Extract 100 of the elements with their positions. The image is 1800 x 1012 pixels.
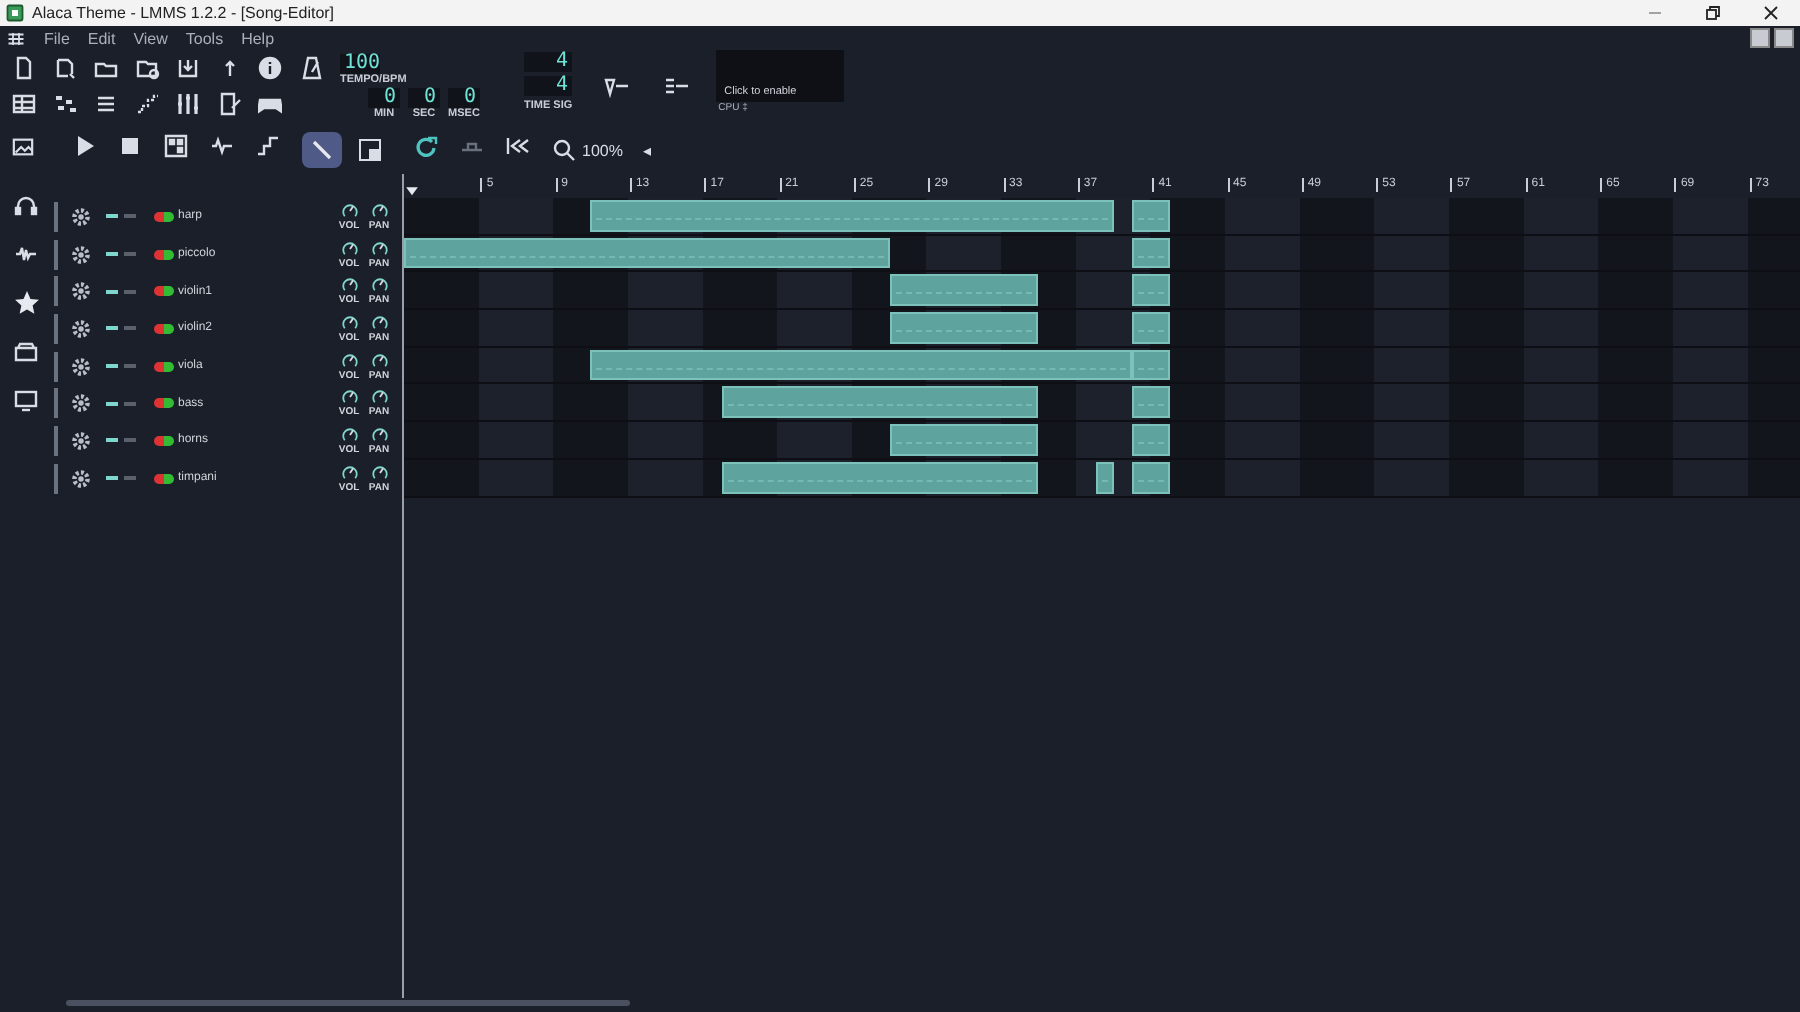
play-icon[interactable] — [72, 134, 96, 158]
recent-icon[interactable] — [135, 56, 159, 80]
beat-track-icon[interactable] — [164, 134, 188, 158]
solo-button[interactable] — [124, 214, 136, 219]
knob-icon[interactable] — [369, 463, 389, 482]
gear-icon[interactable] — [70, 429, 92, 452]
knob-icon[interactable] — [369, 425, 389, 444]
knob-icon[interactable] — [339, 201, 359, 220]
gear-icon[interactable] — [70, 355, 92, 378]
automation-track-icon[interactable] — [256, 134, 280, 158]
restore-icon[interactable] — [1704, 4, 1722, 22]
activity-toggle[interactable] — [154, 286, 174, 297]
pattern-clip[interactable] — [1131, 424, 1170, 456]
knob-icon[interactable] — [369, 388, 389, 407]
knob-icon[interactable] — [369, 313, 389, 332]
knob-icon[interactable] — [369, 351, 389, 370]
loop-icon[interactable] — [414, 134, 438, 158]
zoom-dropdown-arrow[interactable]: ◂ — [642, 141, 651, 159]
pattern-clip[interactable] — [1131, 237, 1170, 269]
rewind-icon[interactable] — [506, 134, 530, 158]
mixer-icon[interactable] — [176, 92, 200, 116]
mute-button[interactable] — [106, 326, 118, 331]
monitor-icon[interactable] — [14, 388, 38, 412]
knob-icon[interactable] — [339, 463, 359, 482]
menu-item[interactable]: Help — [241, 29, 275, 47]
solo-button[interactable] — [124, 252, 136, 257]
headphones-icon[interactable] — [14, 194, 38, 218]
pattern-clip[interactable] — [1131, 312, 1170, 344]
solo-button[interactable] — [124, 289, 136, 294]
activity-toggle[interactable] — [154, 323, 174, 334]
knob-icon[interactable] — [339, 239, 359, 258]
pattern-clip[interactable] — [590, 349, 1132, 381]
solo-button[interactable] — [124, 476, 136, 481]
pattern-clip[interactable] — [1131, 349, 1170, 381]
solo-button[interactable] — [124, 438, 136, 443]
zoom-value[interactable]: 100% — [582, 141, 623, 159]
star-icon[interactable] — [13, 290, 39, 316]
solo-button[interactable] — [124, 401, 136, 406]
time-signature-denominator[interactable]: 4 — [524, 76, 573, 96]
song-editor-icon[interactable] — [12, 92, 36, 116]
template-icon[interactable] — [53, 56, 77, 80]
activity-toggle[interactable] — [154, 211, 174, 222]
menu-item[interactable]: Edit — [87, 29, 116, 47]
pattern-clip[interactable] — [721, 386, 1039, 419]
activity-toggle[interactable] — [154, 473, 174, 484]
knob-icon[interactable] — [369, 201, 389, 220]
pattern-clip[interactable] — [1131, 461, 1170, 493]
gear-icon[interactable] — [70, 280, 92, 303]
knob-icon[interactable] — [339, 313, 359, 332]
mute-button[interactable] — [106, 476, 118, 481]
knob-icon[interactable] — [339, 388, 359, 407]
close-icon[interactable] — [1762, 4, 1780, 22]
horizontal-scrollbar[interactable] — [66, 1000, 630, 1006]
mute-button[interactable] — [106, 214, 118, 219]
time-signature-numerator[interactable]: 4 — [524, 52, 573, 72]
new-file-icon[interactable] — [12, 56, 36, 80]
pattern-clip[interactable] — [721, 461, 1039, 493]
menu-item[interactable]: Tools — [185, 29, 224, 47]
gear-icon[interactable] — [70, 205, 92, 228]
pattern-clip[interactable] — [1131, 386, 1170, 419]
zoom-icon[interactable] — [552, 138, 576, 162]
pattern-clip[interactable] — [404, 237, 890, 269]
mute-button[interactable] — [106, 364, 118, 369]
menu-item[interactable]: View — [133, 29, 168, 47]
sample-track-icon[interactable] — [210, 134, 234, 158]
knob-icon[interactable] — [339, 276, 359, 295]
knob-icon[interactable] — [339, 425, 359, 444]
gear-icon[interactable] — [70, 317, 92, 340]
grid-menu-icon[interactable] — [6, 29, 26, 47]
activity-toggle[interactable] — [154, 361, 174, 372]
knob-icon[interactable] — [369, 239, 389, 258]
draw-mode-button[interactable] — [302, 132, 342, 168]
beat-editor-icon[interactable] — [53, 92, 77, 116]
pattern-clip[interactable] — [1096, 461, 1114, 493]
activity-toggle[interactable] — [154, 435, 174, 446]
gear-icon[interactable] — [70, 243, 92, 266]
gear-icon[interactable] — [70, 392, 92, 415]
picture-icon[interactable] — [12, 136, 34, 158]
folder-icon[interactable] — [14, 340, 38, 364]
save-icon[interactable] — [176, 56, 200, 80]
solo-button[interactable] — [124, 326, 136, 331]
mute-button[interactable] — [106, 289, 118, 294]
solo-button[interactable] — [124, 364, 136, 369]
mute-button[interactable] — [106, 401, 118, 406]
pattern-clip[interactable] — [1131, 274, 1170, 307]
waveform-icon[interactable] — [14, 242, 38, 266]
pattern-clip[interactable] — [889, 424, 1039, 456]
stop-icon[interactable] — [118, 134, 142, 158]
gear-icon[interactable] — [70, 467, 92, 490]
notes-icon[interactable] — [217, 92, 241, 116]
pattern-clip[interactable] — [889, 312, 1039, 344]
mixer-list-icon[interactable] — [94, 92, 118, 116]
tempo-display[interactable]: 100 — [340, 54, 380, 74]
info-icon[interactable] — [258, 56, 282, 80]
activity-toggle[interactable] — [154, 398, 174, 409]
knob-icon[interactable] — [369, 276, 389, 295]
mute-button[interactable] — [106, 438, 118, 443]
menu-item[interactable]: File — [44, 29, 70, 47]
metronome-icon[interactable] — [299, 56, 323, 80]
knob-icon[interactable] — [339, 351, 359, 370]
